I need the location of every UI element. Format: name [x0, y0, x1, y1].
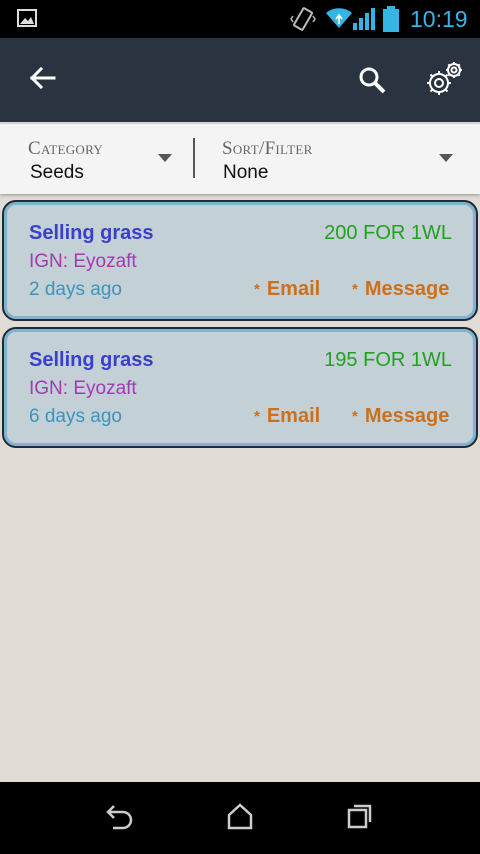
- search-icon: [358, 66, 386, 99]
- listing-price: 195 FOR 1WL: [324, 349, 452, 371]
- filter-divider: [193, 138, 195, 178]
- category-value: Seeds: [30, 162, 84, 183]
- listing-age: 2 days ago: [29, 279, 122, 300]
- chevron-down-icon: [158, 154, 172, 162]
- ign-name: Eyozaft: [73, 378, 137, 399]
- star-bullet-icon: *: [352, 281, 358, 298]
- image-notification-icon: [17, 9, 37, 27]
- status-clock: 10:19: [410, 6, 468, 32]
- email-link[interactable]: * Email: [254, 278, 320, 301]
- email-link[interactable]: * Email: [254, 405, 320, 428]
- sort-filter-dropdown[interactable]: Sort/Filter None: [196, 124, 480, 194]
- status-bar: 10:19: [0, 0, 480, 38]
- system-nav-bar: [0, 782, 480, 854]
- listing-title: Selling grass: [29, 349, 154, 371]
- vibrate-icon: [290, 6, 316, 32]
- listing-card[interactable]: Selling grass 195 FOR 1WL IGN: Eyozaft 6…: [2, 327, 478, 448]
- listing-age: 6 days ago: [29, 406, 122, 427]
- settings-gear-icon: [425, 59, 465, 104]
- category-label: Category: [28, 138, 104, 159]
- listing-title: Selling grass: [29, 222, 154, 244]
- chevron-down-icon: [439, 154, 453, 162]
- nav-back-button[interactable]: [100, 800, 140, 836]
- sort-filter-value: None: [223, 162, 269, 183]
- star-bullet-icon: *: [254, 408, 260, 425]
- back-nav-icon: [105, 802, 135, 835]
- listing-ign: IGN: Eyozaft: [29, 378, 137, 400]
- battery-icon: [381, 5, 401, 33]
- listing-card[interactable]: Selling grass 200 FOR 1WL IGN: Eyozaft 2…: [2, 200, 478, 321]
- ign-label: IGN:: [29, 251, 69, 272]
- category-dropdown[interactable]: Category Seeds: [0, 124, 194, 194]
- action-bar: [0, 38, 480, 122]
- star-bullet-icon: *: [352, 408, 358, 425]
- ign-label: IGN:: [29, 378, 69, 399]
- star-bullet-icon: *: [254, 281, 260, 298]
- message-link[interactable]: * Message: [352, 405, 449, 428]
- filter-bar: Category Seeds Sort/Filter None: [0, 124, 480, 194]
- email-label: Email: [266, 278, 321, 300]
- nav-recents-button[interactable]: [340, 800, 380, 836]
- message-label: Message: [364, 278, 450, 300]
- nav-home-button[interactable]: [220, 800, 260, 836]
- back-button[interactable]: [22, 60, 62, 100]
- message-link[interactable]: * Message: [352, 278, 449, 301]
- wifi-icon: [325, 7, 353, 29]
- listing-price: 200 FOR 1WL: [324, 222, 452, 244]
- home-nav-icon: [226, 802, 254, 835]
- back-arrow-icon: [28, 66, 56, 95]
- search-button[interactable]: [350, 60, 394, 104]
- settings-button[interactable]: [420, 56, 470, 106]
- sort-filter-label: Sort/Filter: [222, 138, 313, 159]
- ign-name: Eyozaft: [73, 251, 137, 272]
- recents-nav-icon: [346, 802, 374, 835]
- email-label: Email: [266, 405, 321, 427]
- listing-ign: IGN: Eyozaft: [29, 251, 137, 273]
- signal-icon: [352, 7, 376, 31]
- message-label: Message: [364, 405, 450, 427]
